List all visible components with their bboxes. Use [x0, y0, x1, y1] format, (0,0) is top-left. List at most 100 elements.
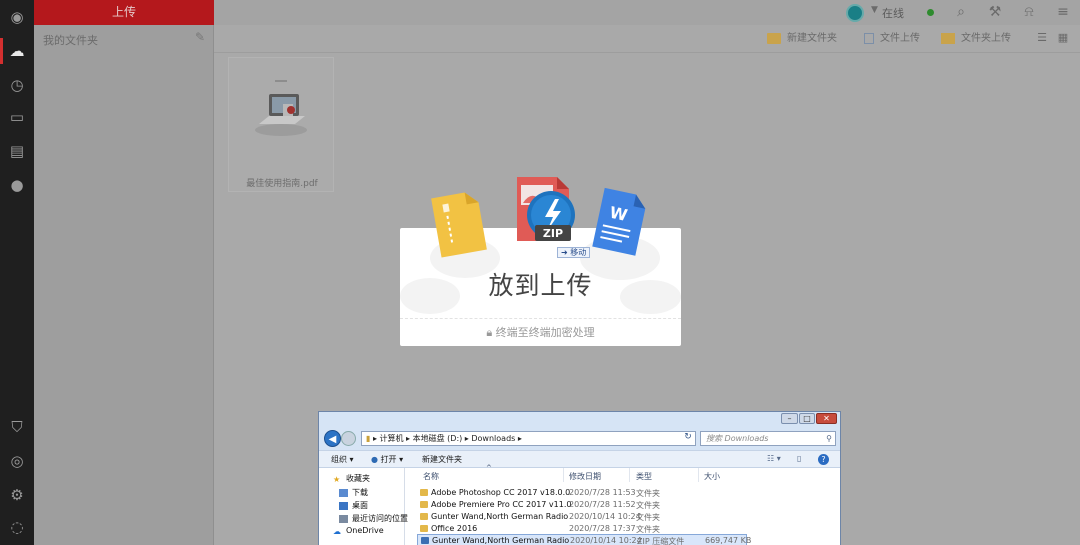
- row-date: 2020/7/28 11:52: [569, 500, 636, 509]
- cloud-icon[interactable]: ☁: [0, 38, 26, 64]
- nav-downloads[interactable]: 下载: [339, 487, 368, 498]
- organize-button[interactable]: 组织 ▾: [331, 454, 354, 465]
- breadcrumb-drive[interactable]: 本地磁盘 (D:): [413, 434, 463, 443]
- row-name: Gunter Wand,North German Radio S...: [431, 512, 571, 521]
- window-titlebar[interactable]: – □ ✕: [319, 412, 840, 426]
- nav-onedrive[interactable]: ☁ OneDrive: [333, 526, 384, 536]
- chevron-down-icon[interactable]: ▼: [871, 5, 878, 15]
- address-bar[interactable]: ▮ ▸ 计算机 ▸ 本地磁盘 (D:) ▸ Downloads ▸: [361, 431, 696, 446]
- row-date: 2020/7/28 11:53: [569, 488, 636, 497]
- upload-folder-label: 文件夹上传: [961, 33, 1011, 44]
- open-button[interactable]: ● 打开 ▾: [371, 454, 403, 465]
- zip-label: ZIP: [543, 227, 563, 240]
- column-divider[interactable]: [698, 468, 699, 482]
- logo-icon[interactable]: ◉: [8, 8, 26, 26]
- maximize-button[interactable]: □: [799, 413, 815, 424]
- settings-icon[interactable]: ⚙: [8, 486, 26, 504]
- contacts-icon[interactable]: ▤: [8, 142, 26, 160]
- new-folder-command[interactable]: 新建文件夹: [422, 454, 462, 465]
- column-header-type[interactable]: 类型: [636, 471, 652, 482]
- help-icon[interactable]: ◎: [8, 452, 26, 470]
- column-header-date[interactable]: 修改日期: [569, 471, 601, 482]
- row-type: 文件夹: [636, 513, 660, 522]
- folder-icon: ▮: [366, 434, 371, 443]
- search-input[interactable]: 搜索 Downloads ⚲: [700, 431, 836, 446]
- column-header-name[interactable]: 名称: [423, 471, 439, 482]
- security-icon[interactable]: ⛉: [8, 418, 26, 436]
- folder-icon: [420, 525, 428, 532]
- clock-icon[interactable]: ◷: [8, 76, 26, 94]
- chat-icon[interactable]: ●: [8, 176, 26, 194]
- move-cursor-tag: ➜ 移动: [557, 247, 591, 258]
- list-view-icon[interactable]: ☰: [1033, 29, 1051, 47]
- file-card[interactable]: 最佳使用指南.pdf: [228, 57, 334, 192]
- file-icon: [864, 32, 874, 44]
- folder-icon: [767, 32, 781, 44]
- my-folders-title: 我的文件夹: [43, 34, 98, 47]
- table-row[interactable]: Gunter Wand,North German Radio S... 2020…: [417, 511, 747, 523]
- tools-icon[interactable]: ⚒: [986, 3, 1004, 21]
- table-row-selected[interactable]: Gunter Wand,North German Radio S... 2020…: [417, 534, 751, 545]
- info-icon[interactable]: ◌: [8, 518, 26, 536]
- message-icon[interactable]: ▭: [8, 108, 26, 126]
- download-icon: [339, 488, 348, 497]
- organize-label: 组织: [331, 455, 347, 464]
- menu-icon[interactable]: ≡: [1054, 3, 1072, 21]
- close-button[interactable]: ✕: [816, 413, 837, 424]
- row-type: ZIP 压缩文件: [637, 537, 685, 545]
- column-divider[interactable]: [629, 468, 630, 482]
- view-options-icon[interactable]: ☷ ▾: [767, 454, 781, 463]
- new-folder-label: 新建文件夹: [787, 33, 837, 44]
- row-size: 669,747 KB: [705, 536, 752, 545]
- table-row[interactable]: Adobe Premiere Pro CC 2017 v11.0 ... 202…: [417, 499, 747, 511]
- minimize-button[interactable]: –: [781, 413, 798, 424]
- row-date: 2020/10/14 10:24: [570, 536, 642, 545]
- nav-label: 最近访问的位置: [352, 514, 408, 523]
- table-row[interactable]: Adobe Photoshop CC 2017 v18.0.0 ... 2020…: [417, 487, 747, 499]
- nav-recent[interactable]: 最近访问的位置: [339, 513, 408, 524]
- nav-favorites[interactable]: ★ 收藏夹: [333, 473, 370, 484]
- user-status[interactable]: 在线: [882, 5, 904, 21]
- preview-pane-icon[interactable]: ▯: [797, 454, 801, 463]
- grid-view-icon[interactable]: ▦: [1054, 29, 1072, 47]
- upload-file-button[interactable]: 文件上传: [864, 32, 920, 46]
- online-status-dot: [927, 9, 934, 16]
- row-type: 文件夹: [636, 489, 660, 498]
- command-bar: 组织 ▾ ● 打开 ▾ 新建文件夹 ☷ ▾ ▯ ?: [319, 450, 840, 468]
- row-name: Office 2016: [431, 524, 478, 533]
- upload-folder-button[interactable]: 文件夹上传: [941, 32, 1011, 46]
- upload-file-label: 文件上传: [880, 33, 920, 44]
- move-arrow-icon: ➜: [561, 248, 571, 257]
- search-icon[interactable]: ⌕: [952, 3, 970, 21]
- back-button[interactable]: ◀: [324, 430, 341, 447]
- folder-upload-icon: [941, 32, 955, 44]
- avatar[interactable]: [846, 4, 864, 22]
- nav-desktop[interactable]: 桌面: [339, 500, 368, 511]
- new-folder-button[interactable]: 新建文件夹: [767, 32, 837, 46]
- help-icon[interactable]: ?: [818, 454, 829, 465]
- move-label: 移动: [570, 248, 587, 257]
- sort-arrow-icon: ^: [486, 464, 492, 472]
- zip-archive-icon: [421, 537, 429, 544]
- breadcrumb-computer[interactable]: 计算机: [380, 434, 404, 443]
- notification-icon[interactable]: ⍾: [1020, 3, 1038, 21]
- breadcrumb-downloads[interactable]: Downloads: [471, 434, 515, 443]
- column-header-size[interactable]: 大小: [704, 471, 720, 482]
- star-icon: ★: [333, 474, 341, 484]
- encryption-note-text: 终端至终端加密处理: [495, 326, 595, 339]
- navigation-pane: ★ 收藏夹 下载 桌面 最近访问的位置 ☁ OneDrive: [319, 468, 408, 545]
- row-type: 文件夹: [636, 501, 660, 510]
- encryption-note: 🔒︎ 终端至终端加密处理: [400, 324, 681, 340]
- nav-label: OneDrive: [346, 526, 384, 535]
- row-name: Gunter Wand,North German Radio S...: [432, 536, 572, 545]
- top-bar: ▼ 在线 ⌕ ⚒ ⍾ ≡: [214, 0, 1080, 25]
- edit-icon[interactable]: ✎: [195, 30, 205, 44]
- file-explorer-window[interactable]: – □ ✕ ◀ ▮ ▸ 计算机 ▸ 本地磁盘 (D:) ▸ Downloads …: [318, 411, 841, 545]
- file-toolbar: 新建文件夹 文件上传 文件夹上传 ☰ ▦: [214, 25, 1080, 53]
- desktop-icon: [339, 501, 348, 510]
- refresh-icon[interactable]: ↻: [681, 432, 695, 445]
- upload-button[interactable]: 上传: [34, 0, 214, 25]
- search-icon[interactable]: ⚲: [826, 432, 832, 445]
- forward-button[interactable]: [341, 431, 356, 446]
- column-divider[interactable]: [563, 468, 564, 482]
